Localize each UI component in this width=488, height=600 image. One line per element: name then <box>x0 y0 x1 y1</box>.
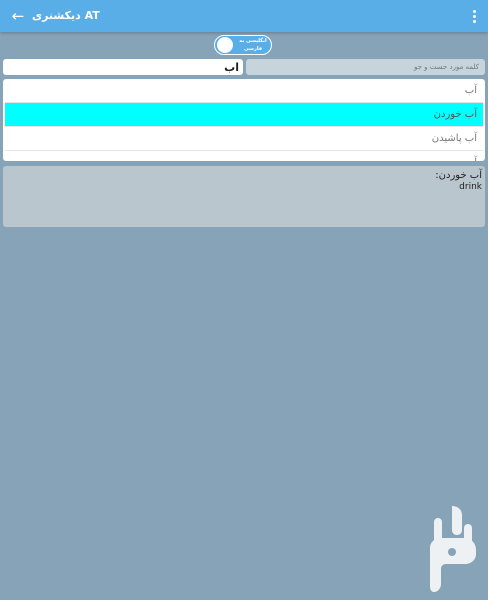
result-item[interactable]: آب پاشیدن <box>5 127 483 151</box>
detail-translation: drink <box>459 182 482 192</box>
detail-word: آب خوردن: <box>435 170 482 181</box>
app-bar: ← دیکشنری AT <box>0 0 488 32</box>
toggle-label-line1: انگلیسی به <box>239 38 267 44</box>
store-logo-watermark <box>430 506 476 592</box>
language-direction-toggle[interactable]: انگلیسی به فارسی <box>214 35 272 55</box>
toggle-label-line2: فارسی <box>243 46 262 52</box>
search-input[interactable] <box>3 59 243 75</box>
result-item-selected[interactable]: آب خوردن <box>5 103 483 127</box>
result-item[interactable]: آب <box>5 79 483 103</box>
app-title: دیکشنری AT <box>32 9 100 22</box>
results-list[interactable]: آب آب خوردن آب پاشیدن آب ... <box>3 79 485 161</box>
toggle-label: انگلیسی به فارسی <box>235 37 271 53</box>
search-hint-field[interactable]: کلمه مورد جست و جو <box>246 59 485 75</box>
toggle-knob[interactable] <box>217 37 233 53</box>
result-item[interactable]: آب ... <box>5 151 483 161</box>
more-menu-icon[interactable] <box>468 8 480 24</box>
translation-panel: آب خوردن: drink <box>3 166 485 227</box>
back-arrow-icon[interactable]: ← <box>8 6 28 26</box>
